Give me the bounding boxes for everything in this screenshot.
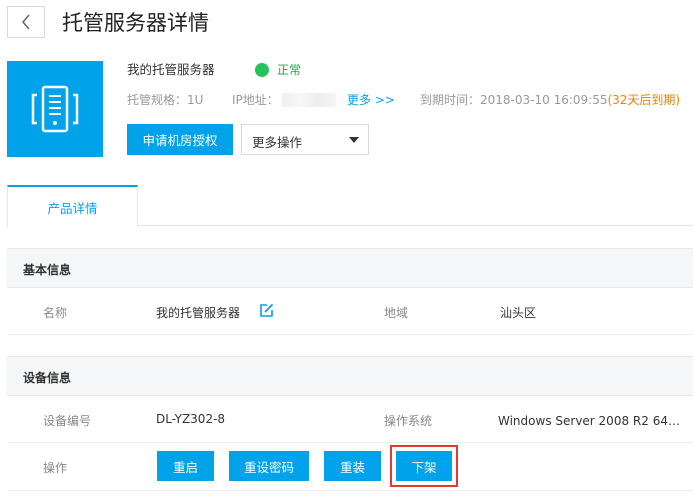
name-label: 名称 xyxy=(43,306,68,320)
basic-info-row: 名称 我的托管服务器 地域 汕头区 xyxy=(7,288,693,335)
section-title: 设备信息 xyxy=(23,371,72,385)
device-id-value: DL-YZ302-8 xyxy=(156,412,226,426)
caret-down-icon xyxy=(349,137,359,143)
restart-button[interactable]: 重启 xyxy=(157,451,214,481)
reinstall-button[interactable]: 重装 xyxy=(324,451,381,481)
ip-value-redacted xyxy=(282,93,336,107)
apply-authorization-button[interactable]: 申请机房授权 xyxy=(127,124,233,155)
ip-label: IP地址： xyxy=(232,93,279,107)
basic-info-header: 基本信息 xyxy=(7,248,693,288)
spec-info: 托管规格：1U xyxy=(127,92,203,108)
server-icon xyxy=(7,61,103,157)
page-header: 托管服务器详情 xyxy=(0,0,693,46)
dropdown-label: 更多操作 xyxy=(252,135,303,150)
spec-label: 托管规格： xyxy=(127,93,188,107)
takedown-highlight xyxy=(390,445,458,487)
name-value: 我的托管服务器 xyxy=(156,306,241,320)
device-id-label: 设备编号 xyxy=(43,414,92,428)
section-title: 基本信息 xyxy=(23,263,72,277)
reset-password-button[interactable]: 重设密码 xyxy=(229,451,309,481)
device-info-row: 设备编号 DL-YZ302-8 操作系统 Windows Server 2008… xyxy=(7,396,693,443)
more-actions-dropdown[interactable]: 更多操作 xyxy=(241,124,369,155)
expire-warning: (32天后到期) xyxy=(607,93,681,107)
status-dot-icon xyxy=(255,63,269,77)
os-label: 操作系统 xyxy=(384,414,433,428)
edit-icon[interactable] xyxy=(259,303,274,318)
chevron-left-icon xyxy=(22,14,30,30)
status-text: 正常 xyxy=(277,63,302,77)
operations-label: 操作 xyxy=(43,461,68,475)
region-label: 地域 xyxy=(384,306,409,320)
os-value: Windows Server 2008 R2 64位 ... xyxy=(498,414,688,428)
expire-label: 到期时间： xyxy=(420,93,481,107)
page-title: 托管服务器详情 xyxy=(62,11,209,35)
expire-info: 到期时间：2018-03-10 16:09:55(32天后到期) xyxy=(420,92,680,108)
expire-value: 2018-03-10 16:09:55 xyxy=(480,93,608,107)
tab-product-details[interactable]: 产品详情 xyxy=(7,185,138,227)
region-value: 汕头区 xyxy=(500,306,537,320)
server-name: 我的托管服务器 xyxy=(127,62,215,77)
back-button[interactable] xyxy=(7,6,45,38)
device-info-header: 设备信息 xyxy=(7,356,693,396)
more-link[interactable]: 更多 >> xyxy=(347,92,395,108)
spec-value: 1U xyxy=(187,93,204,107)
